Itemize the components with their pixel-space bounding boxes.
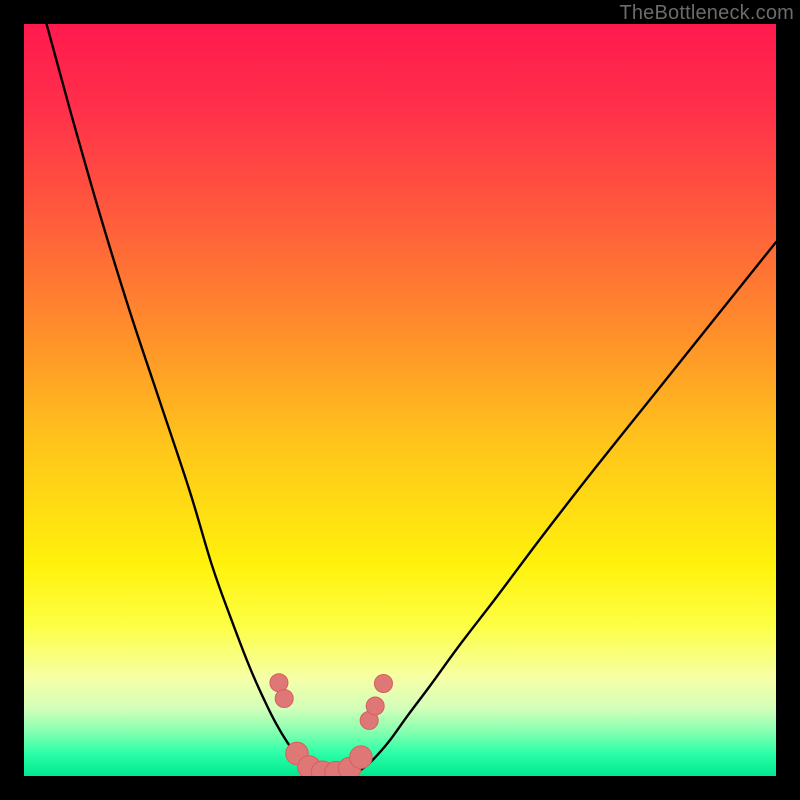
marker-right-upper-3 bbox=[366, 697, 384, 715]
curve-layer bbox=[47, 24, 776, 776]
chart-svg bbox=[24, 24, 776, 776]
marker-floor-10 bbox=[350, 746, 373, 769]
marker-left-upper-0 bbox=[270, 674, 288, 692]
marker-right-upper-4 bbox=[374, 674, 392, 692]
marker-left-upper-1 bbox=[275, 690, 293, 708]
watermark-text: TheBottleneck.com bbox=[619, 2, 794, 25]
chart-plot-area bbox=[24, 24, 776, 776]
curve-right-curve bbox=[359, 242, 776, 771]
marker-layer bbox=[270, 674, 393, 776]
curve-left-curve bbox=[47, 24, 311, 771]
